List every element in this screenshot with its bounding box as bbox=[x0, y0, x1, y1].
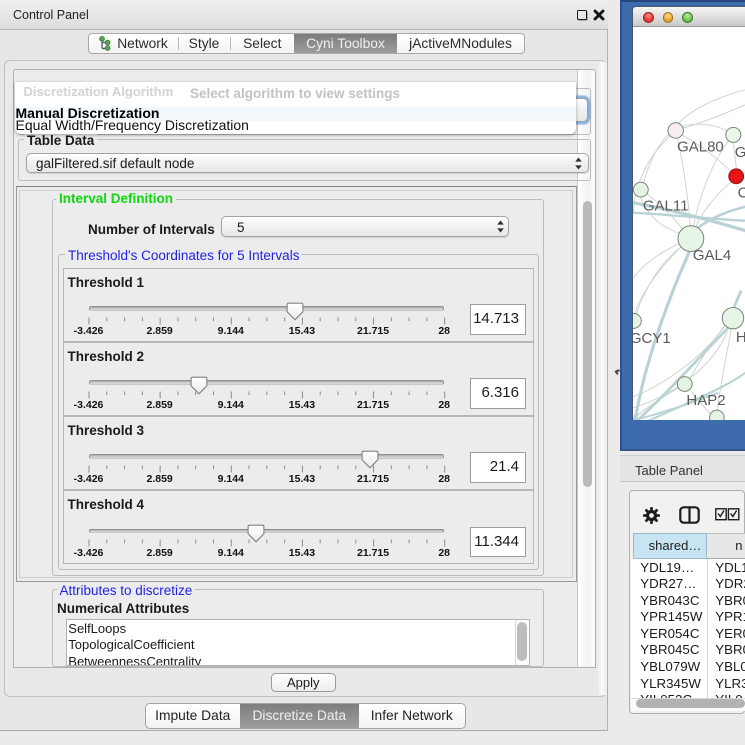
svg-text:GAL80: GAL80 bbox=[677, 139, 724, 156]
svg-text:C: C bbox=[737, 185, 745, 202]
svg-text:GA: GA bbox=[734, 144, 745, 161]
svg-text:H: H bbox=[735, 329, 744, 346]
svg-text:HAP2: HAP2 bbox=[686, 392, 725, 409]
svg-text:GCY1: GCY1 bbox=[633, 330, 671, 347]
svg-text:GAL4: GAL4 bbox=[692, 247, 730, 264]
svg-text:GAL11: GAL11 bbox=[642, 198, 688, 215]
